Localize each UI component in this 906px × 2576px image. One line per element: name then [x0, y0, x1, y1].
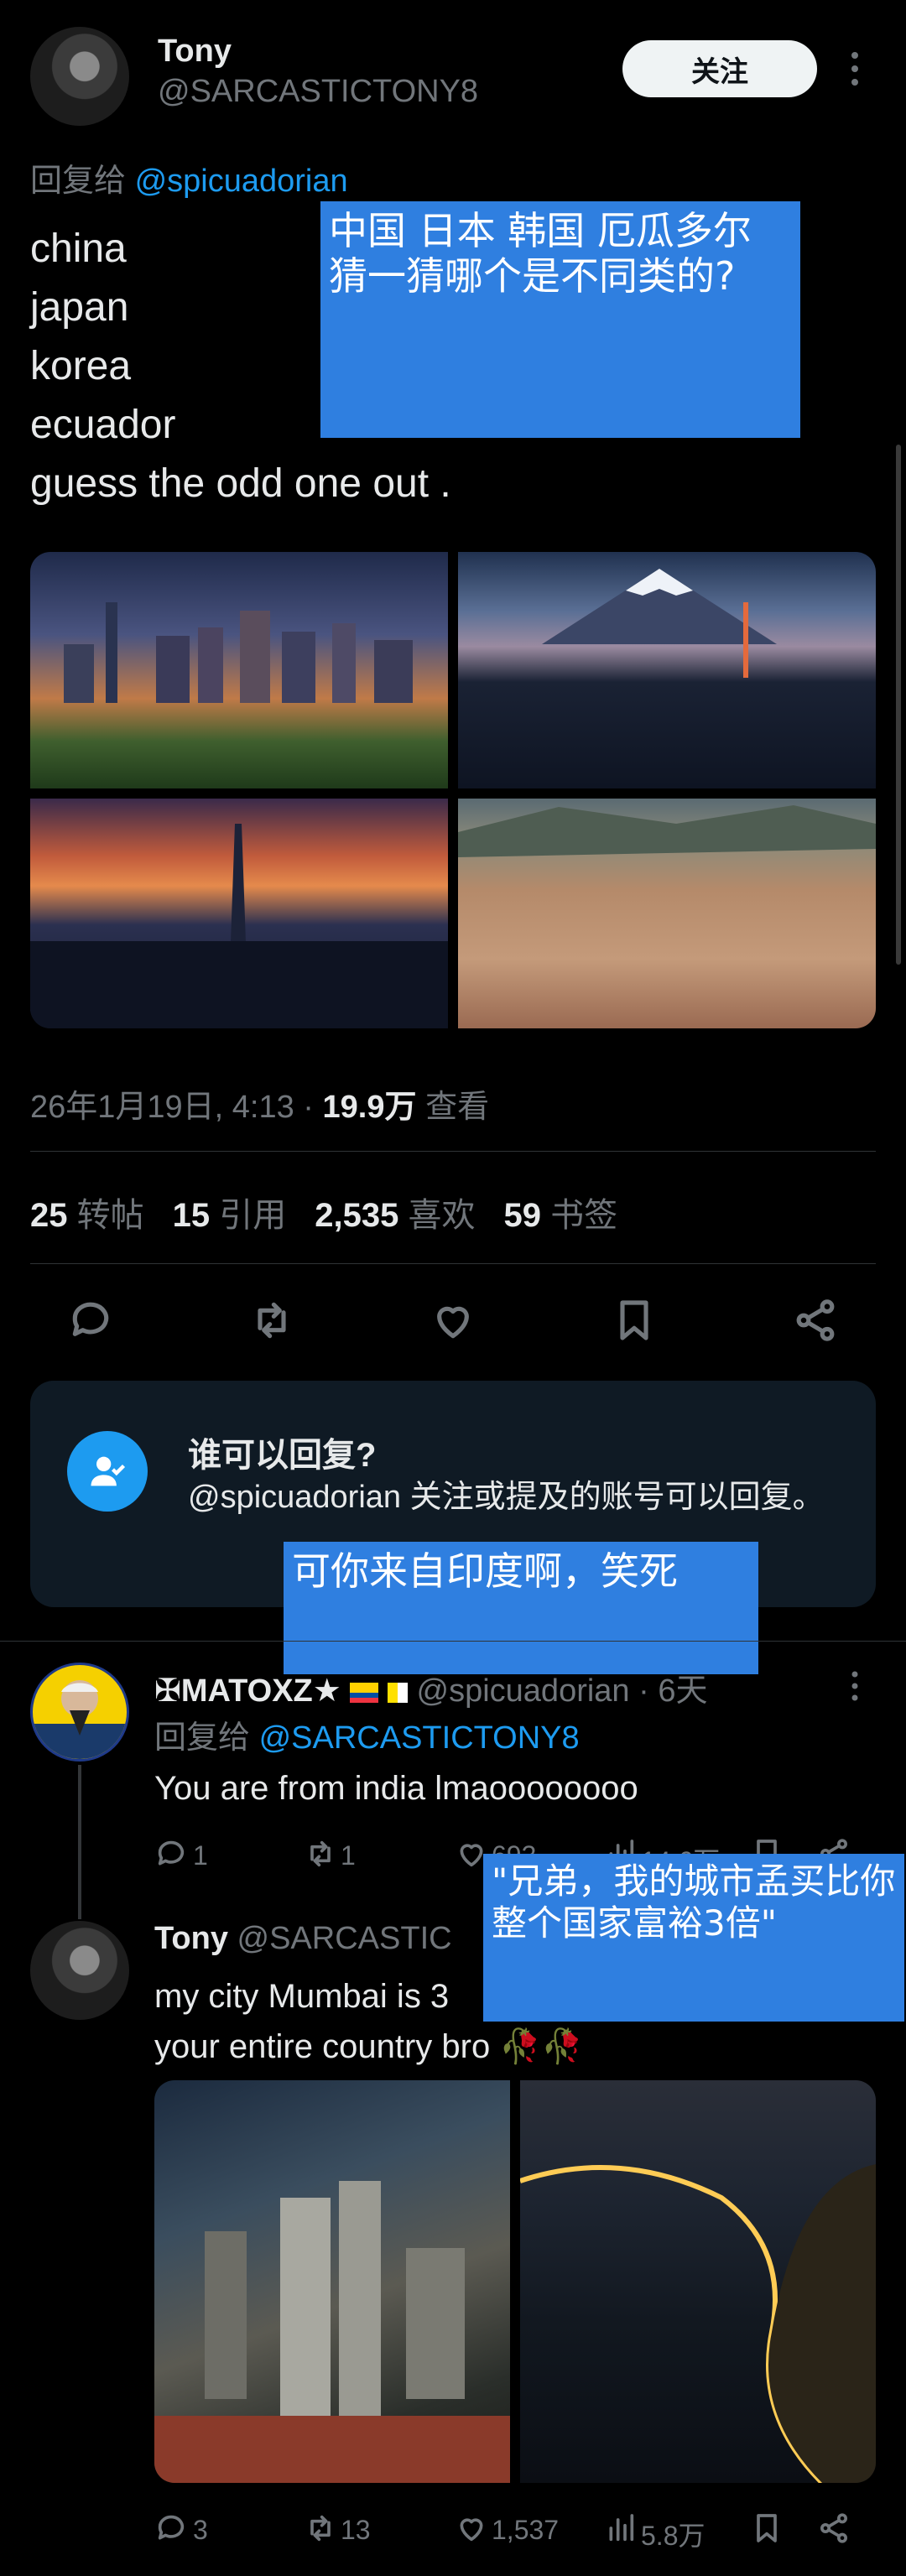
stat-likes[interactable]: 2,535 喜欢 [315, 1188, 475, 1236]
views-count: 5.8万 [641, 2521, 706, 2551]
reply-count: 3 [193, 2515, 208, 2545]
translation-overlay-3: "兄弟，我的城市孟买比你整个国家富裕3倍" [483, 1854, 904, 2022]
stat-quotes[interactable]: 15 引用 [173, 1188, 287, 1236]
reply1-header: ✠MATOXZ★ @spicuadorian · 6天 [154, 1664, 842, 1710]
reply2-actions: 3 13 1,537 5.8万 [154, 2508, 859, 2551]
translation-overlay-2: 可你来自印度啊，笑死 [284, 1542, 758, 1674]
post-line: guess the odd one out . [30, 461, 451, 506]
repost-icon[interactable] [304, 2511, 337, 2552]
mention-user-icon [67, 1431, 148, 1512]
like-icon[interactable] [455, 2511, 488, 2552]
reply-to-prefix: 回复给 [154, 1720, 251, 1756]
divider [30, 1263, 876, 1264]
photo-seoul-tower[interactable] [30, 799, 448, 1028]
follow-label: 关注 [691, 55, 748, 88]
views-label: 查看 [425, 1090, 490, 1125]
photo-mumbai-aerial[interactable] [154, 2080, 510, 2483]
reply-icon[interactable] [154, 1837, 188, 1877]
reply1-reply-to: 回复给 @SARCASTICTONY8 [154, 1711, 580, 1757]
reply-to-handle[interactable]: @SARCASTICTONY8 [259, 1720, 580, 1756]
bookmark-icon[interactable] [611, 1297, 658, 1344]
reply2-image-grid [154, 2080, 876, 2483]
image-grid [30, 552, 876, 1028]
reply1-author-handle[interactable]: @spicuadorian [417, 1673, 630, 1709]
reply2-line: your entire country bro 🥀🥀 [154, 2028, 583, 2065]
ecuador-flag-icon [350, 1682, 379, 1703]
like-count: 1,537 [492, 2515, 560, 2545]
author-name[interactable]: Tony [158, 34, 232, 70]
reply1-author-name[interactable]: ✠MATOXZ★ [154, 1673, 341, 1709]
share-icon[interactable] [792, 1297, 839, 1344]
views-icon[interactable] [604, 2511, 638, 2552]
stat-count: 15 [172, 1197, 211, 1234]
repost-icon[interactable] [304, 1837, 337, 1877]
thread-line [78, 1765, 81, 1919]
post-stats: 25 转帖 15 引用 2,535 喜欢 59 书签 [30, 1188, 617, 1236]
avatar-matoxz[interactable] [30, 1663, 129, 1762]
share-icon[interactable] [817, 2511, 851, 2552]
reply-icon[interactable] [67, 1297, 114, 1344]
stat-bookmarks[interactable]: 59 书签 [503, 1188, 617, 1236]
reply-icon[interactable] [154, 2511, 188, 2552]
stat-count: 2,535 [315, 1197, 399, 1234]
stat-label: 转帖 [76, 1197, 144, 1234]
reply-to-line: 回复给 @spicuadorian [30, 154, 348, 200]
divider [0, 1641, 906, 1642]
stat-label: 书签 [550, 1197, 618, 1234]
more-vertical-icon[interactable] [849, 1668, 861, 1704]
stat-reposts[interactable]: 25 转帖 [30, 1188, 144, 1236]
reply-to-prefix: 回复给 [30, 164, 127, 199]
stat-count: 59 [503, 1197, 541, 1234]
photo-ecuador-city[interactable] [458, 799, 876, 1028]
stat-label: 引用 [219, 1197, 287, 1234]
like-icon[interactable] [430, 1297, 476, 1344]
vatican-flag-icon [387, 1682, 408, 1703]
scrollbar[interactable] [896, 445, 901, 965]
repost-count: 13 [341, 2515, 371, 2545]
translation-overlay-1: 中国 日本 韩国 厄瓜多尔 猜一猜哪个是不同类的? [320, 201, 800, 438]
reply2-header: Tony @SARCASTIC [154, 1921, 452, 1957]
reply-to-handle[interactable]: @spicuadorian [135, 164, 348, 199]
avatar-tony[interactable] [30, 1921, 129, 2020]
repost-count: 1 [341, 1840, 356, 1871]
restriction-text: @spicuadorian 关注或提及的账号可以回复。 [188, 1480, 825, 1515]
timestamp[interactable]: 26年1月19日, 4:13 · [30, 1090, 314, 1125]
stat-count: 25 [30, 1197, 68, 1234]
photo-tokyo-fuji[interactable] [458, 552, 876, 788]
more-vertical-icon[interactable] [849, 47, 861, 91]
reply2-author-name[interactable]: Tony [154, 1921, 228, 1956]
reply-count: 1 [193, 1840, 208, 1871]
stat-label: 喜欢 [408, 1197, 476, 1234]
reply1-time: · 6天 [638, 1673, 708, 1709]
follow-button[interactable]: 关注 [622, 40, 817, 97]
divider [30, 1151, 876, 1152]
restriction-title: 谁可以回复? [188, 1437, 377, 1474]
author-handle[interactable]: @SARCASTICTONY8 [158, 74, 478, 110]
post-meta: 26年1月19日, 4:13 · 19.9万 查看 [30, 1080, 489, 1127]
repost-icon[interactable] [248, 1297, 295, 1344]
reply1-text: You are from india lmaoooooooo [154, 1770, 638, 1807]
views-count: 19.9万 [322, 1090, 417, 1125]
avatar-tony[interactable] [30, 27, 129, 126]
photo-mumbai-marine-drive[interactable] [520, 2080, 876, 2483]
bookmark-icon[interactable] [750, 2511, 784, 2552]
photo-china-city[interactable] [30, 552, 448, 788]
reply2-author-handle[interactable]: @SARCASTIC [237, 1921, 452, 1956]
